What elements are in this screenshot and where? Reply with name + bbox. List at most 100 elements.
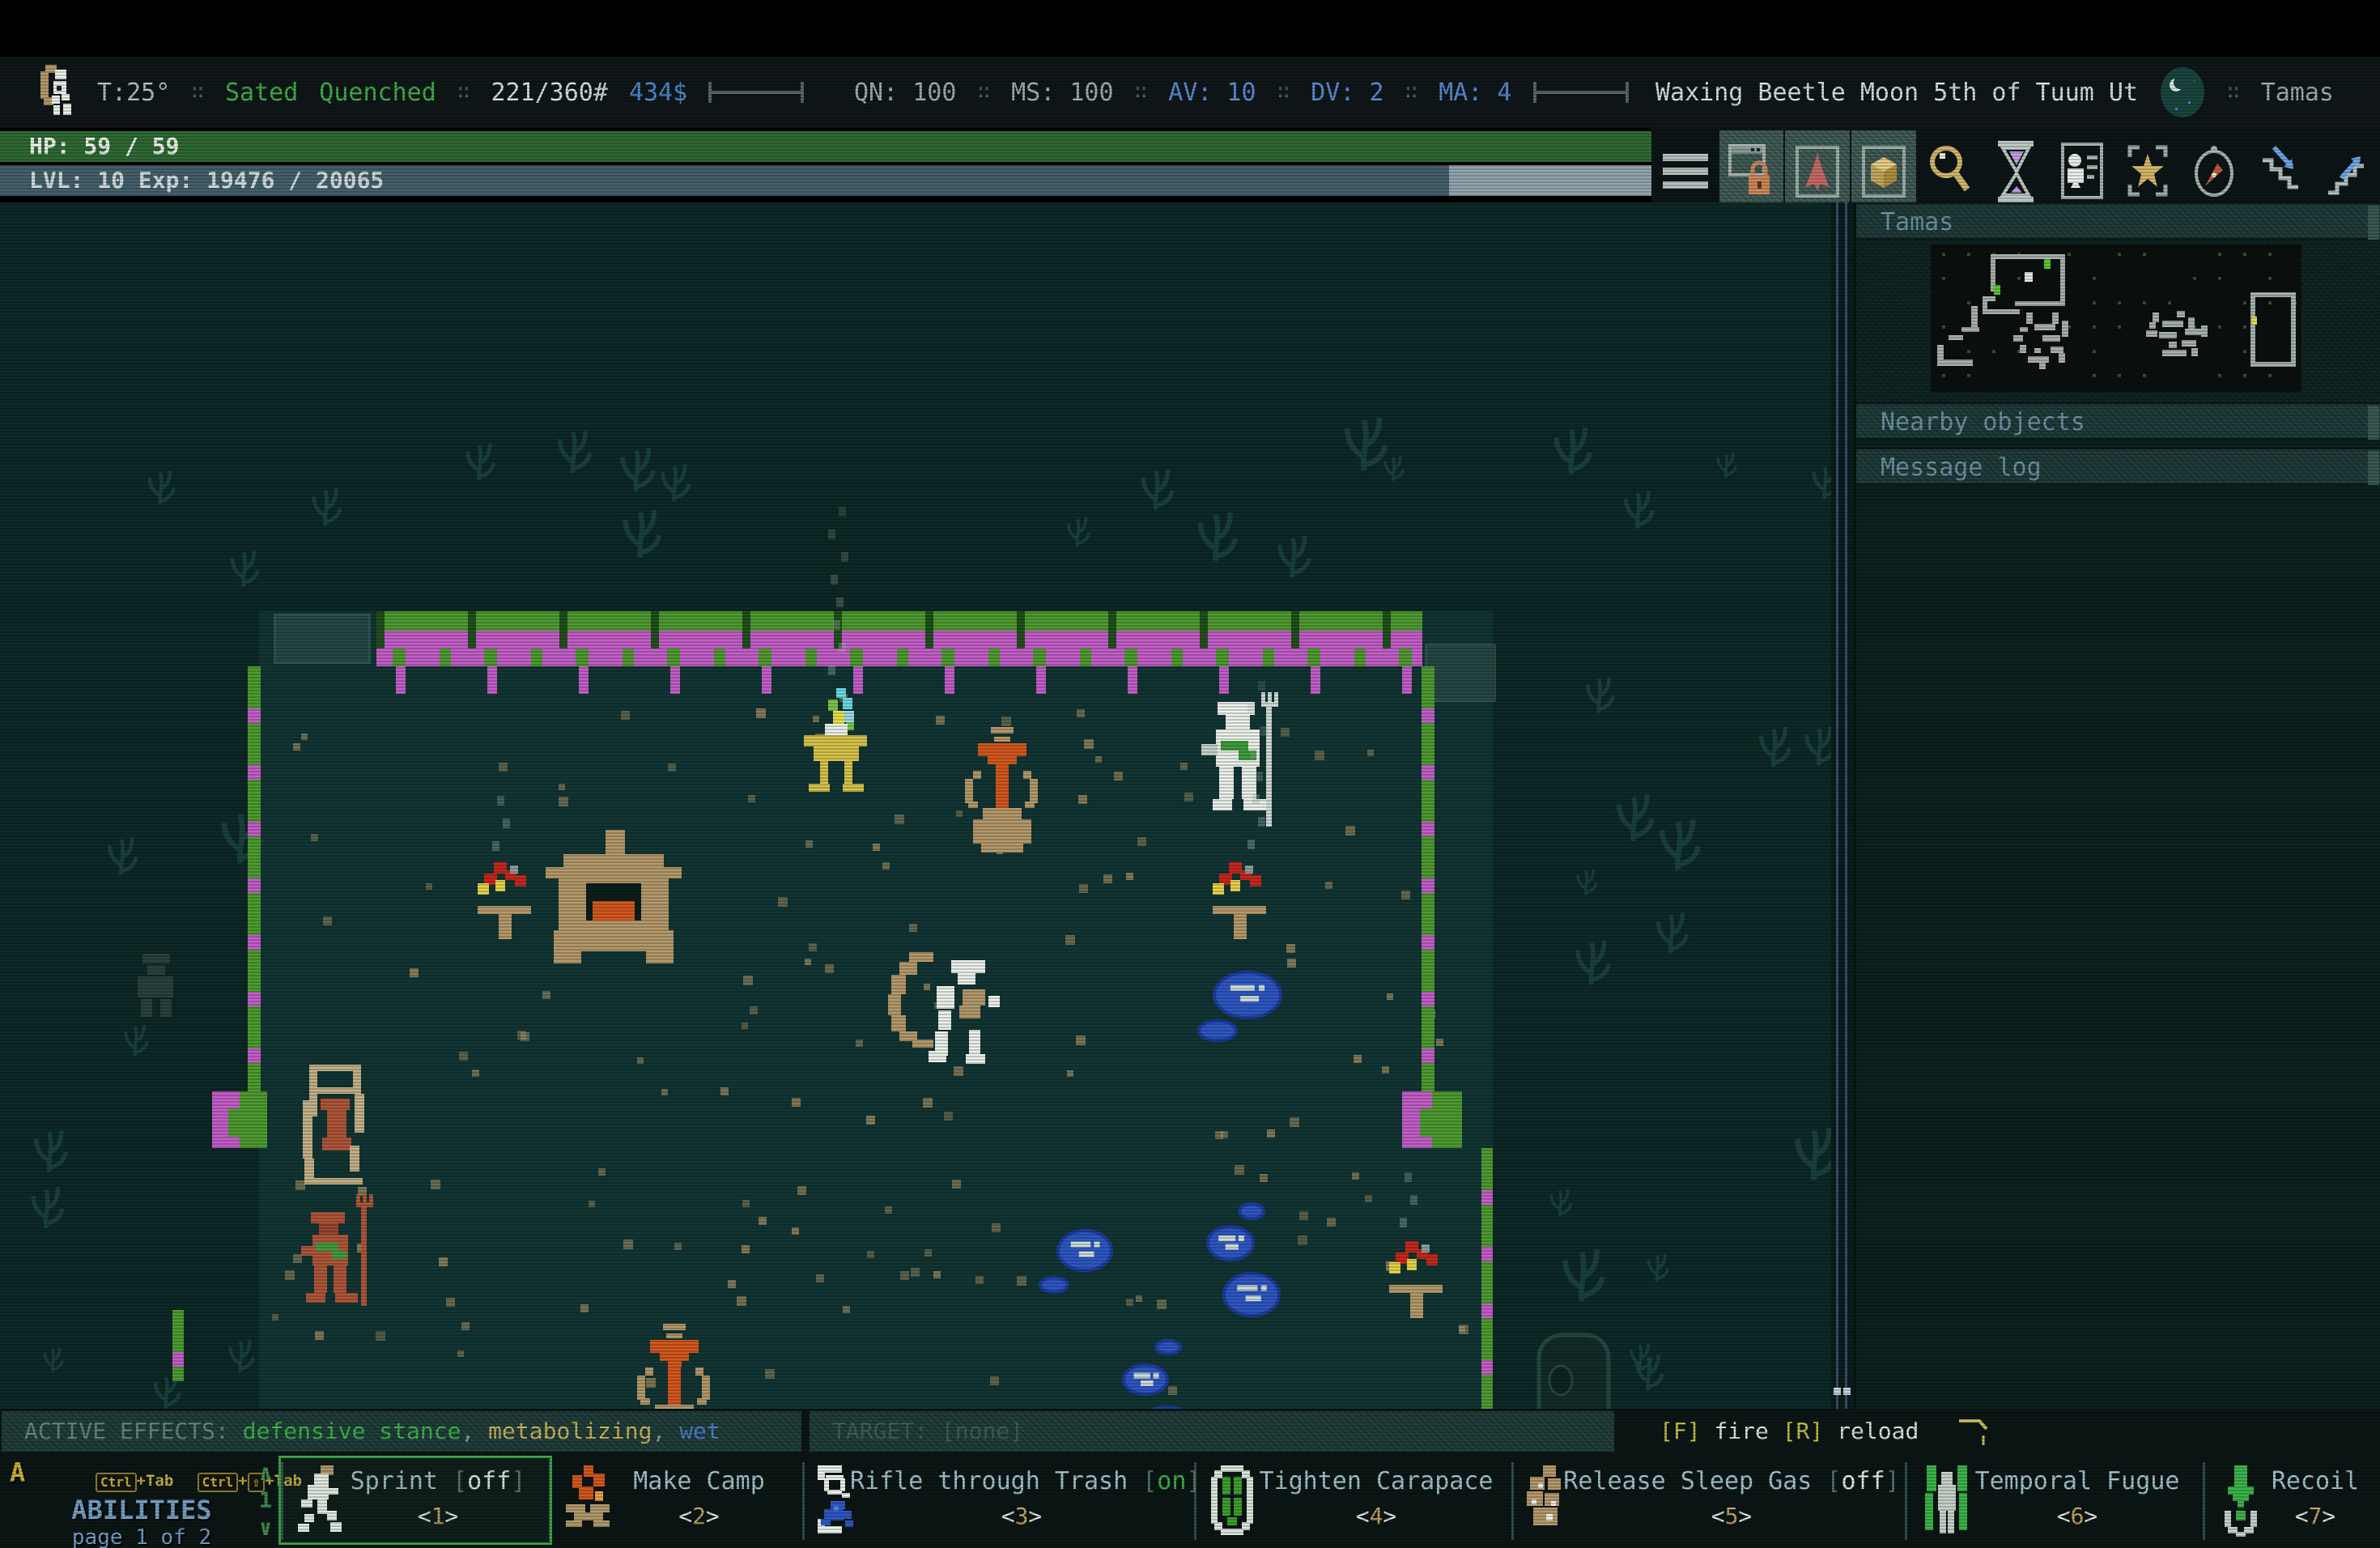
ability-release-sleep-gas[interactable]: Release Sleep Gas [off] <5> (1515, 1454, 1904, 1548)
ability-rifle-through-trash[interactable]: Rifle through Trash [on] <3> (806, 1454, 1193, 1548)
abilities-page-down-chevron[interactable]: ∨ (249, 1516, 282, 1541)
ability-tighten-carapace[interactable]: Tighten Carapace <4> (1198, 1454, 1511, 1548)
sidebar-section-tamas[interactable]: Tamas (1856, 202, 2380, 240)
sidebar-section-nearby-objects[interactable]: Nearby objects (1856, 402, 2380, 440)
reload-key[interactable]: [R] (1783, 1418, 1824, 1444)
player-avatar-icon (39, 62, 76, 125)
sand-dot (1459, 1325, 1468, 1334)
ability-make-camp[interactable]: Make Camp <2> (553, 1454, 801, 1548)
character-sheet-icon[interactable] (2050, 130, 2114, 212)
sand-dot (909, 924, 917, 932)
sand-dot (457, 1350, 464, 1357)
map-entity-hookah[interactable] (955, 727, 1048, 853)
map-entity-smoke-trail (491, 787, 511, 864)
sand-dot (311, 834, 318, 841)
sand-dot (1136, 1295, 1142, 1302)
scrub-plant (1062, 512, 1093, 548)
sand-dot (765, 1369, 775, 1379)
sand-dot (759, 1217, 767, 1225)
sand-dot (737, 1296, 746, 1306)
minimap[interactable] (1856, 240, 2380, 397)
sand-dot (1095, 756, 1102, 763)
scrub-plant (102, 831, 142, 877)
map-entity-red-villager[interactable] (301, 1194, 378, 1312)
sand-dot (952, 1180, 961, 1189)
sand-dot (1260, 1174, 1268, 1182)
fire-label[interactable]: fire (1714, 1418, 1768, 1444)
menu-icon[interactable] (1651, 130, 1719, 212)
travel-compass-icon[interactable] (2182, 130, 2246, 212)
sand-dot (1345, 826, 1355, 836)
abilities-page-up-chevron[interactable]: ∧ (249, 1461, 282, 1486)
minimap-canvas[interactable] (1931, 245, 2301, 392)
reload-label[interactable]: reload (1837, 1418, 1919, 1444)
sand-dot (866, 1116, 875, 1125)
sand-dot (272, 1314, 278, 1320)
sand-dot (805, 840, 813, 848)
stairs-up-icon[interactable] (2314, 130, 2378, 212)
favorites-star-icon[interactable] (2115, 130, 2180, 212)
scrub-plant (40, 1344, 66, 1374)
sand-dot (900, 1271, 909, 1280)
sand-dot (1315, 751, 1324, 760)
status-group-left: T:25°∷SatedQuenched∷221/360#434$ (97, 57, 804, 128)
sand-dot (1114, 772, 1123, 780)
separator-dots-icon: ∷ (977, 80, 990, 104)
map-entity-torch-sconce-3[interactable] (1389, 1241, 1450, 1318)
sand-dot (750, 1006, 758, 1014)
sidebar-scrollbar-thumb[interactable] (2368, 406, 2379, 440)
map-entity-torch-sconce-1[interactable] (478, 862, 538, 939)
game-map[interactable] (0, 202, 1854, 1409)
map-entity-white-villager[interactable] (1196, 692, 1286, 838)
active-effect: defensive stance (243, 1418, 461, 1444)
sand-dot (885, 1206, 892, 1214)
status-group-middle: QN: 100∷MS: 100∷AV: 10∷DV: 2∷MA: 4 (854, 57, 1629, 128)
sand-dot (805, 959, 811, 965)
sand-dot (911, 1268, 920, 1277)
sand-dot (621, 711, 630, 720)
map-entity-player-character[interactable] (878, 947, 1020, 1069)
loot-cube-icon[interactable] (1851, 130, 1916, 212)
map-entity-hookah-2[interactable] (627, 1324, 716, 1409)
sand-dot (1436, 1039, 1443, 1046)
sand-dot (661, 1089, 668, 1095)
map-entity-clay-oven[interactable] (534, 830, 692, 963)
fire-key[interactable]: [F] (1660, 1418, 1701, 1444)
map-entity-torch-sconce-2[interactable] (1213, 862, 1273, 939)
map-entity-fountain-brazier[interactable] (797, 688, 874, 822)
sand-dot (323, 916, 332, 925)
sand-dot (748, 795, 755, 802)
sand-dot (1126, 873, 1133, 880)
sand-dot (816, 1274, 824, 1282)
separator-dots-icon: ∷ (2227, 80, 2240, 104)
sand-dot (431, 1180, 440, 1189)
sidebar-section-message-log[interactable]: Message log (1856, 448, 2380, 485)
scrub-plant (615, 502, 665, 559)
map-entity-water-puddle (1121, 1363, 1170, 1397)
sand-dot (1290, 1117, 1299, 1127)
sand-dot (1365, 1195, 1372, 1202)
scrub-plant (655, 458, 694, 503)
map-scroll-indicator[interactable] (1831, 202, 1854, 1409)
active-effects-label: ACTIVE EFFECTS: (24, 1418, 229, 1444)
stairs-down-icon[interactable] (2248, 130, 2313, 212)
sand-dot (1001, 717, 1011, 726)
map-entity-chair[interactable] (298, 1065, 375, 1186)
status-row: ACTIVE EFFECTS: defensive stance, metabo… (0, 1409, 2380, 1454)
sand-dot (315, 1331, 324, 1340)
waypoint-spire-icon[interactable] (1785, 130, 1850, 212)
map-entity-water-puddle (1196, 1019, 1239, 1043)
sidebar-scrollbar-thumb[interactable] (2368, 206, 2379, 240)
sand-dot (1079, 884, 1088, 893)
sand-dot (1078, 795, 1087, 804)
ability-recoil[interactable]: Recoil <7> (2207, 1454, 2380, 1548)
locked-window-icon[interactable] (1719, 130, 1784, 212)
sand-dot (1325, 882, 1332, 889)
wait-hourglass-icon[interactable] (1983, 130, 2048, 212)
ability-temporal-fugue[interactable]: Temporal Fugue <6> (1909, 1454, 2202, 1548)
sidebar-scrollbar-thumb[interactable] (2368, 451, 2379, 485)
look-magnifier-icon[interactable] (1918, 130, 1983, 212)
scrub-plant (1568, 933, 1614, 987)
status-item: Waxing Beetle Moon 5th of Tuum Ut (1655, 79, 2138, 107)
sand-dot (778, 897, 788, 907)
